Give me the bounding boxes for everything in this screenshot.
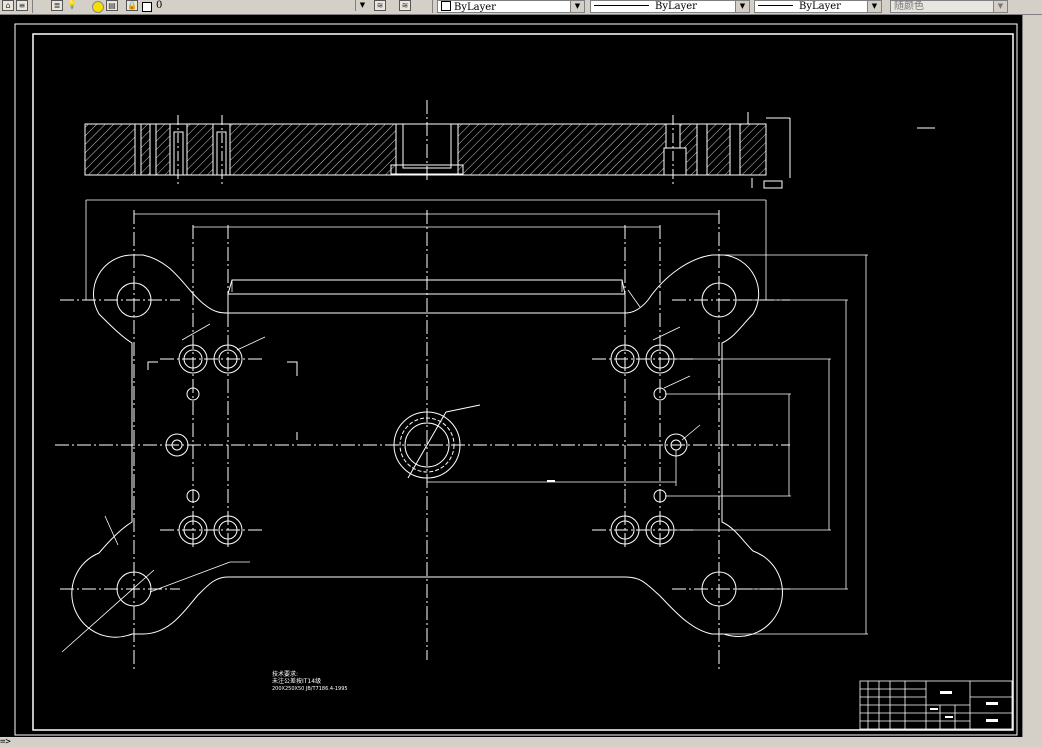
color-swatch-icon xyxy=(441,1,451,11)
color-control-dropdown[interactable]: ByLayer ▼ xyxy=(437,0,585,13)
dropdown-arrow-icon[interactable]: ▼ xyxy=(993,1,1007,12)
layer-previous-icon[interactable]: ≋ xyxy=(399,0,411,11)
dropdown-arrow-icon[interactable]: ▼ xyxy=(570,1,584,12)
layer-manager-icon[interactable]: ≣ xyxy=(51,0,63,11)
linetype-control-dropdown[interactable]: ByLayer ▼ xyxy=(590,0,750,13)
make-current-icon[interactable]: ≋ xyxy=(374,0,386,11)
title-block-text-marks xyxy=(547,480,998,722)
dropdown-arrow-icon[interactable]: ▼ xyxy=(355,0,369,11)
sun-icon[interactable] xyxy=(92,1,104,13)
lock-icon[interactable]: 🔒 xyxy=(126,0,138,11)
plan-view xyxy=(55,210,790,670)
plotstyle-value: 随颜色 xyxy=(894,1,924,12)
section-view xyxy=(84,100,935,189)
vertical-scrollbar[interactable] xyxy=(1022,15,1042,737)
color-value: ByLayer xyxy=(454,2,496,13)
tech-req-title: 技术要求: xyxy=(272,670,298,678)
layer-manager-icon[interactable]: ≡ xyxy=(16,0,28,11)
cad-drawing: 技术要求: 未注公差按IT14级 200X250X50 JB/T7186.4-1… xyxy=(14,23,1018,736)
home-icon[interactable]: ⌂ xyxy=(2,0,14,11)
linetype-value: ByLayer xyxy=(655,1,697,12)
dimensions xyxy=(61,199,868,653)
tech-req-line1: 未注公差按IT14级 xyxy=(272,677,321,685)
plotstyle-control-dropdown[interactable]: 随颜色 ▼ xyxy=(890,0,1008,13)
layer-state-icon[interactable]: ▤ xyxy=(106,0,118,11)
command-line[interactable]: => xyxy=(0,737,1042,747)
drawing-canvas[interactable]: 技术要求: 未注公差按IT14级 200X250X50 JB/T7186.4-1… xyxy=(0,15,1022,737)
dropdown-arrow-icon[interactable]: ▼ xyxy=(867,1,881,12)
lineweight-preview xyxy=(758,5,793,6)
lineweight-value: ByLayer xyxy=(799,1,841,12)
toolbar-separator xyxy=(32,0,33,13)
properties-toolbar: ⌂ ≡ ≣ 💡 ▤ 🔒 0 ▼ ≋ ≋ ByLayer ▼ ByLayer ▼ … xyxy=(0,0,1042,15)
toolbar-separator xyxy=(432,0,433,13)
dropdown-arrow-icon[interactable]: ▼ xyxy=(735,1,749,12)
lineweight-control-dropdown[interactable]: ByLayer ▼ xyxy=(754,0,882,13)
linetype-preview xyxy=(594,5,649,6)
layer-dropdown[interactable]: 0 ▼ xyxy=(153,0,369,13)
layer-color-icon[interactable] xyxy=(142,2,152,12)
bulb-on-icon[interactable]: 💡 xyxy=(66,0,78,11)
tech-req-line2: 200X250X50 JB/T7186.4-1995 xyxy=(272,686,348,692)
layer-name: 0 xyxy=(156,0,163,11)
